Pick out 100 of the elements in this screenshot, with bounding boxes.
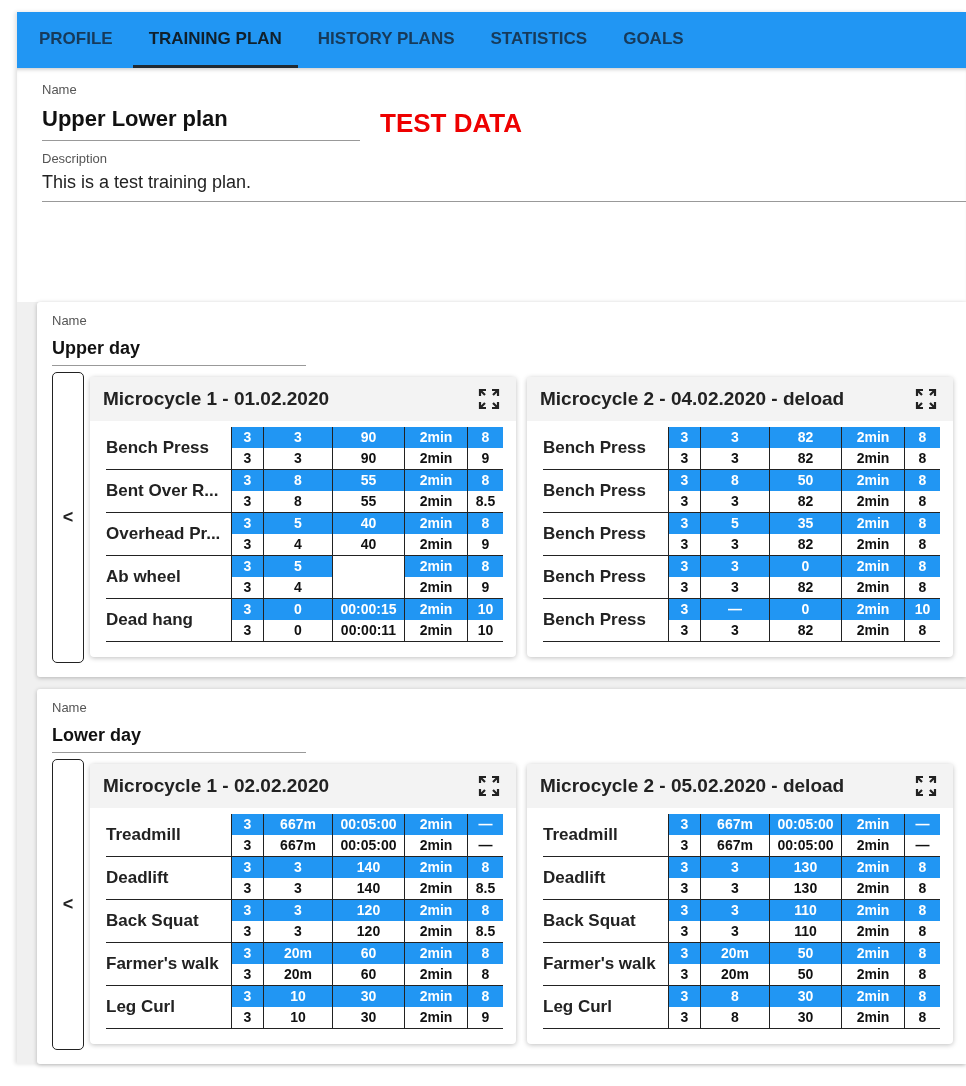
description-field[interactable]: This is a test training plan. — [42, 166, 966, 202]
exercise-name: Back Squat — [106, 911, 200, 931]
day-name-field[interactable]: Lower day — [52, 715, 306, 753]
exercise-name: Treadmill — [543, 825, 619, 845]
table-cell: 2min — [404, 814, 467, 835]
table-cell: 8 — [263, 470, 332, 491]
table-cell: 40 — [332, 513, 404, 534]
field-label: Name — [52, 313, 88, 328]
table-cell: 3 — [700, 900, 769, 921]
exercise-name: Overhead Pr... — [106, 524, 222, 544]
table-cell: 82 — [769, 427, 841, 448]
exercise-name: Deadlift — [106, 868, 170, 888]
table-cell: 3 — [668, 470, 700, 491]
table-cell: 00:05:00 — [332, 814, 404, 835]
table-cell: 120 — [332, 900, 404, 921]
table-cell: 8 — [904, 900, 940, 921]
field-label: Description — [42, 151, 109, 166]
table-cell: 20m — [700, 943, 769, 964]
table-cell: 3 — [668, 986, 700, 1007]
table-cell: 8 — [904, 470, 940, 491]
expand-icon[interactable] — [915, 775, 937, 797]
table-cell: 140 — [332, 857, 404, 878]
table-cell: 8 — [904, 513, 940, 534]
table-cell: 2min — [404, 986, 467, 1007]
exercise-name: Dead hang — [106, 610, 194, 630]
exercise-name: Bench Press — [543, 438, 647, 458]
expand-icon[interactable] — [478, 388, 500, 410]
table-cell: 2min — [841, 943, 904, 964]
table-cell: 0 — [263, 599, 332, 620]
table-cell: 3 — [263, 900, 332, 921]
table-cell: 3 — [231, 513, 263, 534]
table-cell: 3 — [231, 599, 263, 620]
exercise-name: Bent Over R... — [106, 481, 220, 501]
tab[interactable]: HISTORY PLANS — [301, 12, 471, 68]
exercise-name: Bench Press — [543, 481, 647, 501]
table-cell: 20m — [263, 943, 332, 964]
expand-icon[interactable] — [478, 775, 500, 797]
table-cell: 2min — [841, 556, 904, 577]
tab[interactable]: GOALS — [607, 12, 700, 68]
table-cell: 5 — [700, 513, 769, 534]
table-cell: 3 — [263, 857, 332, 878]
table-cell: 2min — [841, 986, 904, 1007]
table-cell: 00:05:00 — [769, 814, 841, 835]
exercise-name: Bench Press — [106, 438, 210, 458]
table-cell: 8 — [904, 986, 940, 1007]
table-cell: 3 — [668, 900, 700, 921]
exercise-name: Farmer's walk — [106, 954, 220, 974]
exercise-name: Leg Curl — [106, 997, 176, 1017]
previous-button[interactable]: < — [52, 759, 84, 1050]
table-cell: 50 — [769, 470, 841, 491]
table-cell: 3 — [668, 427, 700, 448]
table-cell: 667m — [263, 814, 332, 835]
previous-button[interactable]: < — [52, 372, 84, 663]
table-cell: 3 — [231, 556, 263, 577]
table-cell: 0 — [769, 599, 841, 620]
table-cell: 3 — [668, 556, 700, 577]
table-cell: 2min — [404, 427, 467, 448]
table-cell: 130 — [769, 857, 841, 878]
table-cell: 10 — [904, 599, 940, 620]
table-cell: 3 — [668, 814, 700, 835]
table-cell: 50 — [769, 943, 841, 964]
table-cell: 2min — [404, 556, 467, 577]
table-cell: 2min — [404, 513, 467, 534]
tab[interactable]: PROFILE — [23, 12, 129, 68]
exercise-name: Bench Press — [543, 610, 647, 630]
microcycle-title: Microcycle 2 - 04.02.2020 - deload — [540, 388, 845, 410]
table-cell: 3 — [700, 857, 769, 878]
table-cell: 3 — [668, 599, 700, 620]
table-cell: 2min — [404, 599, 467, 620]
exercise-name: Bench Press — [543, 524, 647, 544]
table-cell: 110 — [769, 900, 841, 921]
microcycle-title: Microcycle 1 - 01.02.2020 — [103, 388, 330, 410]
tab[interactable]: STATISTICS — [474, 12, 604, 68]
table-cell: 3 — [668, 857, 700, 878]
expand-icon[interactable] — [915, 388, 937, 410]
table-cell: 3 — [668, 513, 700, 534]
table-cell: 90 — [332, 427, 404, 448]
exercise-name: Farmer's walk — [543, 954, 657, 974]
exercise-name: Ab wheel — [106, 567, 182, 587]
table-cell: 3 — [231, 814, 263, 835]
table-cell: 10 — [467, 599, 503, 620]
exercise-name: Leg Curl — [543, 997, 613, 1017]
table-cell: 3 — [231, 900, 263, 921]
exercise-name: Deadlift — [543, 868, 607, 888]
table-cell: 2min — [841, 599, 904, 620]
table-cell: 667m — [700, 814, 769, 835]
exercise-name: Back Squat — [543, 911, 637, 931]
table-cell: 10 — [263, 986, 332, 1007]
microcycle-title: Microcycle 1 - 02.02.2020 — [103, 775, 330, 797]
table-cell: 3 — [231, 470, 263, 491]
table-cell: 2min — [404, 900, 467, 921]
table-cell: 5 — [263, 513, 332, 534]
table-cell: 2min — [404, 943, 467, 964]
field-label: Name — [52, 700, 88, 715]
table-cell: 2min — [841, 857, 904, 878]
table-cell: 8 — [904, 556, 940, 577]
table-cell: — — [904, 814, 940, 835]
name-field[interactable]: Upper Lower plan — [42, 97, 360, 141]
table-cell: 8 — [467, 900, 503, 921]
day-name-field[interactable]: Upper day — [52, 328, 306, 366]
